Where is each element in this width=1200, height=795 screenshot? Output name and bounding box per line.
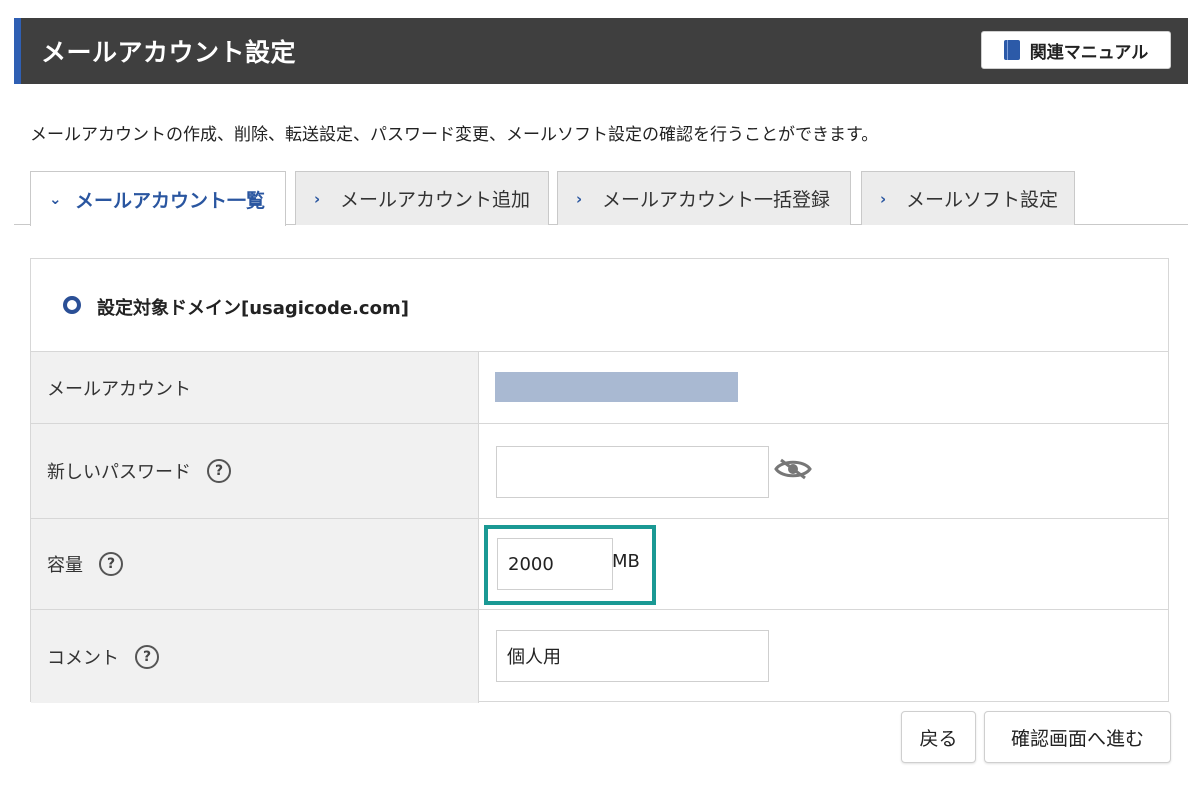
related-manual-label: 関連マニュアル bbox=[1029, 42, 1149, 63]
tab-mail-account-bulk[interactable]: › メールアカウント一括登録 bbox=[557, 171, 851, 225]
account-label-text: メールアカウント bbox=[47, 378, 191, 400]
back-button[interactable]: 戻る bbox=[901, 711, 976, 763]
password-label: 新しいパスワード ? bbox=[31, 424, 479, 518]
radio-icon bbox=[63, 296, 81, 314]
tab-mail-account-list[interactable]: ⌄ メールアカウント一覧 bbox=[30, 171, 286, 226]
page-title: メールアカウント設定 bbox=[41, 38, 297, 67]
chevron-right-icon: › bbox=[880, 189, 887, 208]
tab-label: メールソフト設定 bbox=[906, 189, 1059, 211]
capacity-label-text: 容量 bbox=[47, 555, 83, 576]
domain-label: 設定対象ドメイン[usagicode.com] bbox=[97, 298, 409, 319]
comment-row: コメント ? bbox=[31, 610, 1168, 703]
password-value bbox=[480, 424, 1168, 518]
tab-label: メールアカウント一覧 bbox=[75, 189, 266, 212]
comment-label-text: コメント bbox=[47, 647, 119, 669]
account-value bbox=[480, 352, 1168, 423]
book-icon bbox=[1003, 40, 1020, 60]
masked-account-value bbox=[495, 372, 738, 402]
page-header: メールアカウント設定 関連マニュアル bbox=[14, 18, 1188, 84]
tab-mail-software-settings[interactable]: › メールソフト設定 bbox=[861, 171, 1075, 225]
help-icon[interactable]: ? bbox=[99, 552, 123, 576]
domain-row: 設定対象ドメイン[usagicode.com] bbox=[31, 259, 1168, 352]
new-password-input[interactable] bbox=[496, 446, 769, 498]
capacity-label: 容量 ? bbox=[31, 519, 479, 609]
related-manual-button[interactable]: 関連マニュアル bbox=[981, 31, 1171, 69]
password-row: 新しいパスワード ? bbox=[31, 424, 1168, 519]
chevron-down-icon: ⌄ bbox=[49, 190, 62, 208]
page-description: メールアカウントの作成、削除、転送設定、パスワード変更、メールソフト設定の確認を… bbox=[30, 125, 879, 145]
chevron-right-icon: › bbox=[314, 189, 321, 208]
comment-label: コメント ? bbox=[31, 610, 479, 703]
help-icon[interactable]: ? bbox=[135, 644, 159, 669]
comment-input[interactable] bbox=[496, 630, 769, 682]
tab-label: メールアカウント追加 bbox=[340, 189, 531, 211]
help-icon[interactable]: ? bbox=[207, 459, 231, 483]
capacity-input[interactable] bbox=[497, 538, 613, 590]
eye-slash-icon[interactable] bbox=[774, 457, 812, 481]
capacity-row: 容量 ? MB bbox=[31, 519, 1168, 610]
account-label: メールアカウント bbox=[31, 352, 479, 423]
confirm-button[interactable]: 確認画面へ進む bbox=[984, 711, 1171, 763]
settings-panel: 設定対象ドメイン[usagicode.com] メールアカウント 新しいパスワー… bbox=[30, 258, 1169, 703]
chevron-right-icon: › bbox=[576, 189, 583, 208]
password-label-text: 新しいパスワード bbox=[47, 462, 191, 483]
tab-mail-account-add[interactable]: › メールアカウント追加 bbox=[295, 171, 549, 225]
account-row: メールアカウント bbox=[31, 352, 1168, 424]
capacity-unit: MB bbox=[612, 551, 640, 572]
comment-value bbox=[480, 610, 1168, 703]
capacity-value: MB bbox=[480, 519, 1168, 609]
tab-bar: ⌄ メールアカウント一覧 › メールアカウント追加 › メールアカウント一括登録… bbox=[14, 171, 1188, 226]
tab-label: メールアカウント一括登録 bbox=[602, 189, 831, 211]
